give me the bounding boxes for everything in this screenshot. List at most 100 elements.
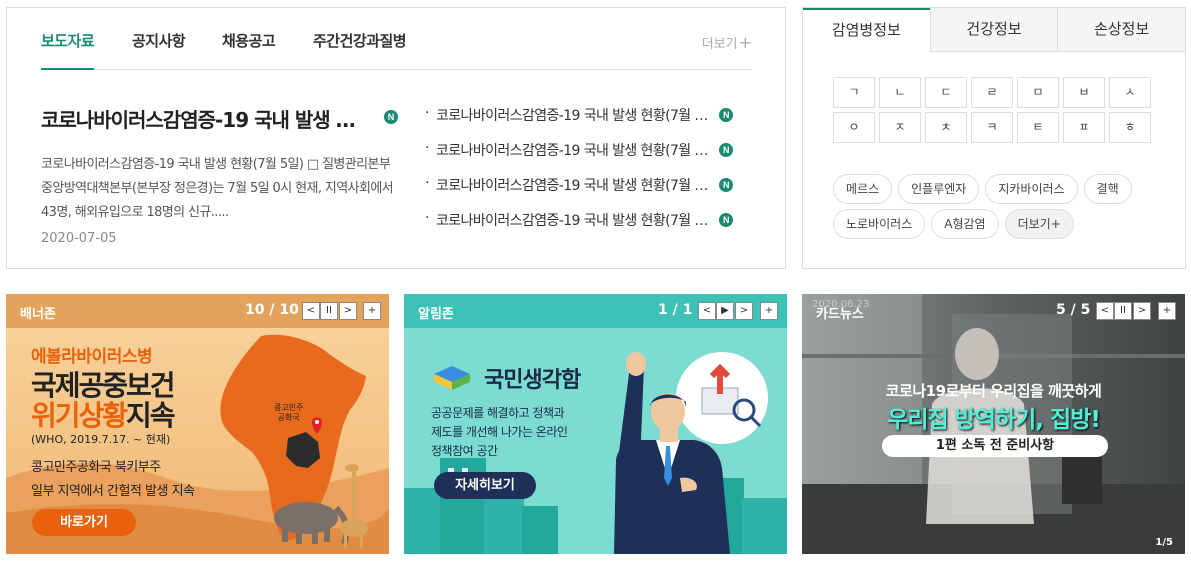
banner-who-note: (WHO, 2019.7.17. ~ 현재) — [31, 433, 171, 446]
consonant-button[interactable]: ㅈ — [879, 112, 921, 143]
news-more-link[interactable]: 더보기+ — [702, 33, 752, 52]
consonant-button[interactable]: ㅍ — [1063, 112, 1105, 143]
card-news-headline: 우리집 방역하기, 집방! — [887, 407, 1101, 433]
card-news-counter: 5 / 5 — [1056, 302, 1091, 318]
consonant-button[interactable]: ㄷ — [925, 77, 967, 108]
news-item-title[interactable]: 코로나바이러스감염증-19 국내 발생 현황(7월 1일) — [436, 210, 714, 230]
consonant-button[interactable]: ㅅ — [1109, 77, 1151, 108]
banner-zone-title: 배너존 — [20, 307, 56, 322]
new-badge-icon: N — [719, 178, 733, 192]
prev-arrow-icon[interactable]: < — [698, 302, 716, 320]
news-tabs: 보도자료 공지사항 채용공고 주간건강과질병 더보기+ — [41, 30, 752, 70]
alarm-detail-button[interactable]: 자세히보기 — [434, 472, 536, 499]
lead-article-title[interactable]: 코로나바이러스감염증-19 국내 발생 현황(7월 5일) — [41, 104, 361, 133]
consonant-button[interactable]: ㅋ — [971, 112, 1013, 143]
consonant-button[interactable]: ㄱ — [833, 77, 875, 108]
plus-icon[interactable]: + — [363, 302, 381, 320]
alarm-zone-title: 알림존 — [418, 307, 454, 322]
map-label-line: 공화국 — [277, 413, 300, 422]
bullet-icon: · — [425, 105, 429, 121]
banner-headline-2: 위기상황지속 — [31, 394, 176, 434]
news-list-item[interactable]: · 코로나바이러스감염증-19 국내 발생 현황(7월 1일) N — [425, 210, 755, 245]
play-icon[interactable]: ▶ — [716, 302, 734, 320]
card-news-subtitle: 1편 소독 전 준비사항 — [882, 435, 1108, 457]
map-label: 콩고민주 공화국 — [274, 403, 303, 423]
news-item-title[interactable]: 코로나바이러스감염증-19 국내 발생 현황(7월 2일) — [436, 175, 714, 195]
bullet-icon: · — [425, 140, 429, 156]
tab-weekly-health[interactable]: 주간건강과질병 — [313, 30, 407, 70]
news-item-title[interactable]: 코로나바이러스감염증-19 국내 발생 현황(7월 3일) — [436, 140, 714, 160]
next-arrow-icon[interactable]: > — [735, 302, 753, 320]
consonant-button[interactable]: ㅂ — [1063, 77, 1105, 108]
alarm-zone-header: 알림존 1 / 1 < ▶ > + — [404, 294, 787, 328]
banner-counter: 10 / 10 — [245, 302, 299, 318]
keyword-chip[interactable]: 노로바이러스 — [833, 209, 926, 239]
card-news-page-indicator: 1/5 — [1155, 537, 1173, 548]
banner-headline-rest: 지속 — [126, 399, 176, 432]
consonant-button[interactable]: ㅎ — [1109, 112, 1151, 143]
pause-icon[interactable]: II — [320, 302, 338, 320]
keyword-more-button[interactable]: 더보기+ — [1004, 209, 1074, 239]
alarm-description: 공공문제를 해결하고 정책과 제도를 개선해 나가는 온라인 정책참여 공간 — [431, 404, 568, 461]
prev-arrow-icon[interactable]: < — [1096, 302, 1114, 320]
consonant-button[interactable]: ㅁ — [1017, 77, 1059, 108]
banner-description: 콩고민주공화국 북키부주 일부 지역에서 간헐적 발생 지속 — [31, 456, 195, 504]
new-badge-icon: N — [384, 110, 398, 124]
tab-health-info[interactable]: 건강정보 — [929, 8, 1058, 52]
bullet-icon: · — [425, 210, 429, 226]
card-news: 2020.06.23 카드뉴스 5 / 5 < II > + 코로나19로부터 … — [802, 294, 1185, 554]
new-badge-icon: N — [719, 108, 733, 122]
keyword-chip[interactable]: 인플루엔자 — [898, 174, 980, 204]
consonant-index: ㄱ ㄴ ㄷ ㄹ ㅁ ㅂ ㅅ ㅇ ㅈ ㅊ ㅋ ㅌ ㅍ ㅎ — [833, 77, 1155, 143]
news-item-title[interactable]: 코로나바이러스감염증-19 국내 발생 현황(7월 4일) — [436, 105, 714, 125]
plus-icon[interactable]: + — [760, 302, 778, 320]
news-list-item[interactable]: · 코로나바이러스감염증-19 국내 발생 현황(7월 3일) N — [425, 140, 755, 175]
new-badge-icon: N — [719, 213, 733, 227]
tab-infectious-disease[interactable]: 감염병정보 — [803, 8, 930, 52]
lead-article-date: 2020-07-05 — [41, 231, 117, 246]
banner-zone: 배너존 10 / 10 < II > + 에볼라바이러스병 국제공중보건 위기상… — [6, 294, 389, 554]
consonant-button[interactable]: ㄴ — [879, 77, 921, 108]
alarm-desc-line: 제도를 개선해 나가는 온라인 — [431, 425, 568, 439]
new-badge-icon: N — [719, 143, 733, 157]
card-news-date: 2020.06.23 — [812, 299, 870, 310]
card-news-line1: 코로나19로부터 우리집을 깨끗하게 — [885, 382, 1102, 400]
disease-info-panel: 감염병정보 건강정보 손상정보 ㄱ ㄴ ㄷ ㄹ ㅁ ㅂ ㅅ ㅇ ㅈ ㅊ ㅋ ㅌ … — [802, 7, 1186, 269]
consonant-button[interactable]: ㅌ — [1017, 112, 1059, 143]
prev-arrow-icon[interactable]: < — [302, 302, 320, 320]
consonant-button[interactable]: ㅇ — [833, 112, 875, 143]
plus-icon: + — [738, 33, 752, 52]
alarm-title: 국민생각함 — [484, 368, 581, 393]
lead-article-summary[interactable]: 코로나바이러스감염증-19 국내 발생 현황(7월 5일) □ 질병관리본부 중… — [41, 153, 401, 225]
keyword-chip[interactable]: A형감염 — [931, 209, 999, 239]
news-list-item[interactable]: · 코로나바이러스감염증-19 국내 발생 현황(7월 2일) N — [425, 175, 755, 210]
more-label: 더보기 — [701, 37, 738, 52]
pause-icon[interactable]: II — [1114, 302, 1132, 320]
alarm-counter: 1 / 1 — [658, 302, 693, 318]
keyword-chip[interactable]: 지카바이러스 — [985, 174, 1078, 204]
tab-injury-info[interactable]: 손상정보 — [1057, 8, 1186, 52]
bullet-icon: · — [425, 175, 429, 191]
news-list-item[interactable]: · 코로나바이러스감염증-19 국내 발생 현황(7월 4일) N — [425, 105, 755, 140]
tab-notice[interactable]: 공지사항 — [132, 30, 186, 70]
next-arrow-icon[interactable]: > — [1133, 302, 1151, 320]
tab-press-release[interactable]: 보도자료 — [41, 30, 95, 70]
banner-go-button[interactable]: 바로가기 — [32, 509, 136, 536]
alarm-desc-line: 정책참여 공간 — [431, 444, 498, 458]
next-arrow-icon[interactable]: > — [339, 302, 357, 320]
banner-zone-header: 배너존 10 / 10 < II > + — [6, 294, 389, 328]
disease-tabs: 감염병정보 건강정보 손상정보 — [803, 8, 1186, 52]
banner-desc-line: 콩고민주공화국 북키부주 — [31, 460, 161, 475]
alarm-zone: 알림존 1 / 1 < ▶ > + 국민생각함 공공문제를 해결하고 정책과 제… — [404, 294, 787, 554]
banner-desc-line: 일부 지역에서 간헐적 발생 지속 — [31, 484, 195, 499]
keyword-chips: 메르스 인플루엔자 지카바이러스 결핵 노로바이러스 A형감염 더보기+ — [833, 174, 1163, 244]
keyword-chip[interactable]: 메르스 — [833, 174, 893, 204]
consonant-button[interactable]: ㄹ — [971, 77, 1013, 108]
alarm-desc-line: 공공문제를 해결하고 정책과 — [431, 406, 565, 420]
news-panel: 보도자료 공지사항 채용공고 주간건강과질병 더보기+ 코로나바이러스감염증-1… — [6, 7, 786, 269]
keyword-chip[interactable]: 결핵 — [1083, 174, 1132, 204]
map-label-line: 콩고민주 — [274, 403, 304, 412]
consonant-button[interactable]: ㅊ — [925, 112, 967, 143]
plus-icon[interactable]: + — [1158, 302, 1176, 320]
tab-recruitment[interactable]: 채용공고 — [222, 30, 276, 70]
